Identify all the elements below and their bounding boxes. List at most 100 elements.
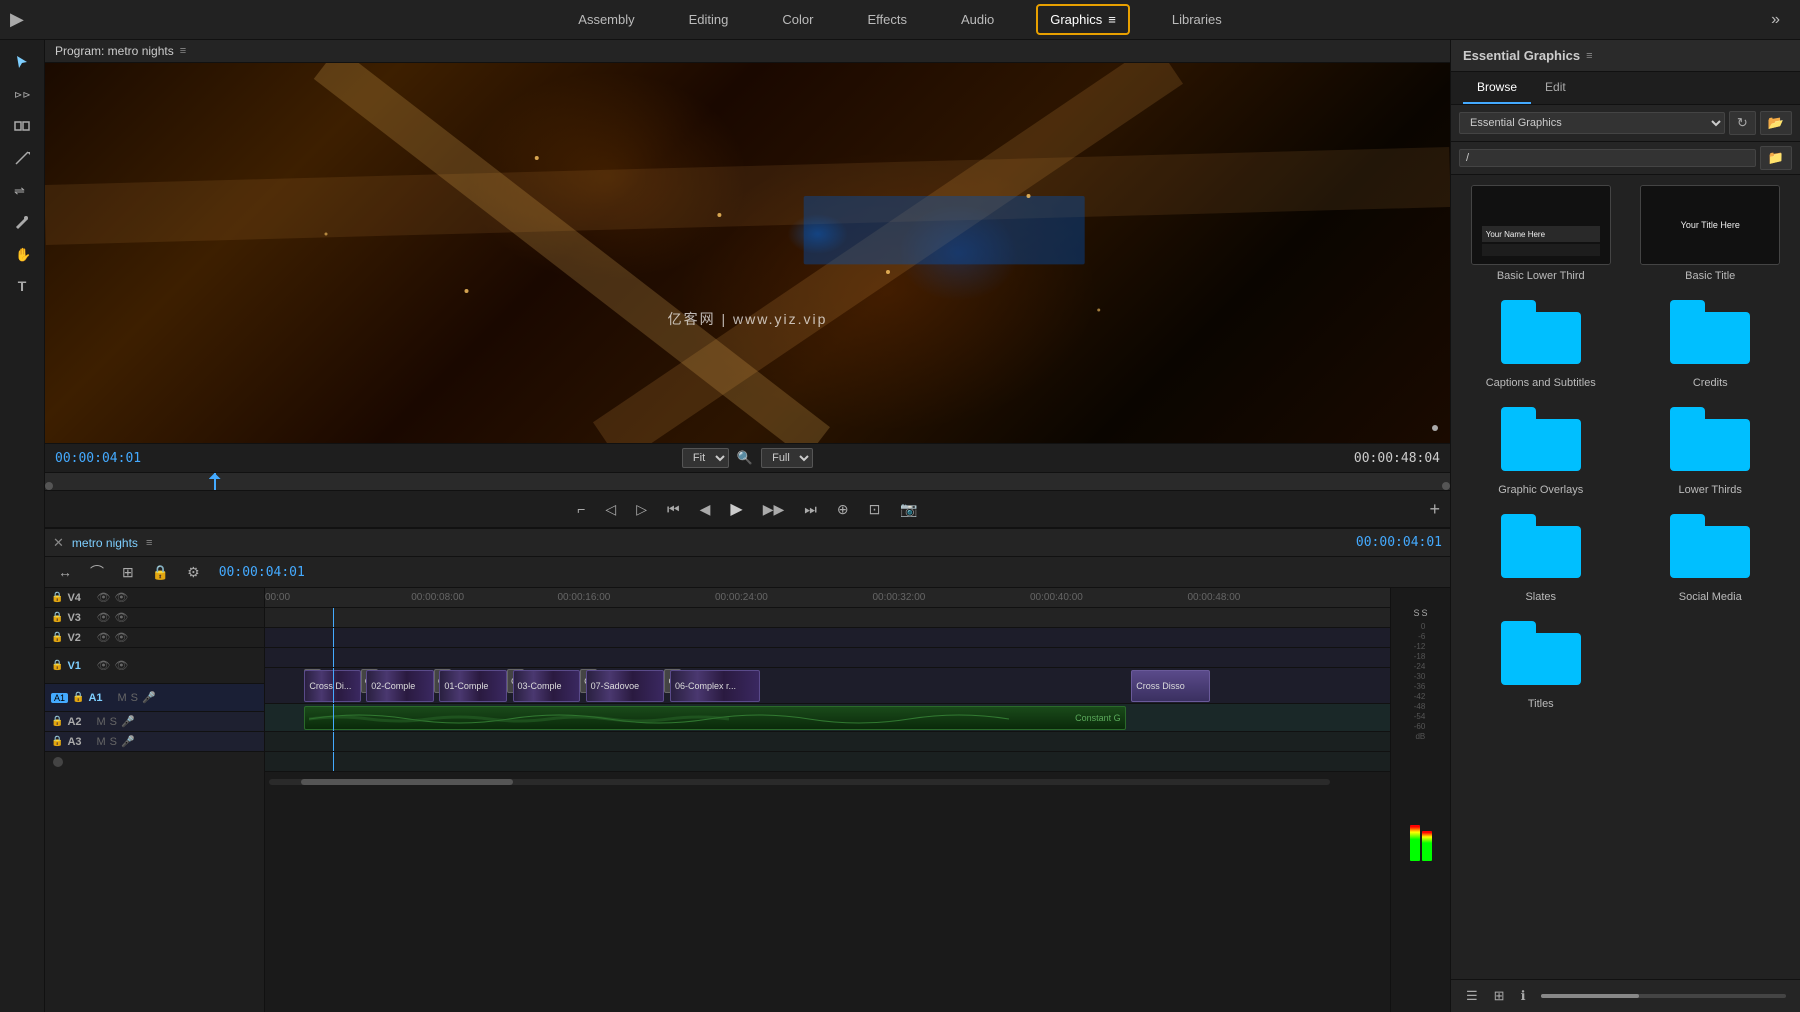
timeline-tool-5[interactable]: ⚙ <box>182 562 205 583</box>
zoom-icon[interactable]: 🔍 <box>737 450 753 466</box>
eg-source-dropdown[interactable]: Essential Graphics <box>1459 112 1725 134</box>
a2-s-icon[interactable]: S <box>110 716 117 728</box>
a1-lock-icon[interactable]: 🔒 <box>72 692 84 703</box>
nav-more-button[interactable]: » <box>1771 11 1780 29</box>
safe-area-dot <box>1432 425 1438 431</box>
eg-item-graphic-overlays[interactable]: Graphic Overlays <box>1461 399 1621 496</box>
v1-lock-icon[interactable]: 🔒 <box>51 660 63 671</box>
eg-item-credits[interactable]: Credits <box>1631 292 1791 389</box>
nav-graphics-menu-icon: ≡ <box>1108 12 1116 27</box>
audio-clip-label: Constant G <box>1075 713 1121 723</box>
timeline-scrollbar[interactable] <box>265 772 1390 792</box>
eg-item-social-media[interactable]: Social Media <box>1631 506 1791 603</box>
nav-color[interactable]: Color <box>770 6 825 33</box>
prev-frame-button[interactable]: ◀ <box>694 497 717 522</box>
v4-eye-icon[interactable]: 👁 <box>96 591 110 604</box>
clip-audio-main[interactable]: Constant G <box>304 706 1125 730</box>
eg-path-input[interactable] <box>1459 149 1756 167</box>
eg-list-view-button[interactable]: ☰ <box>1461 986 1483 1006</box>
slip-tool[interactable]: ⇌ <box>6 176 38 204</box>
eg-thumbnail-basic-lower-third: Your Name Here <box>1471 185 1611 265</box>
timeline-tool-1[interactable]: ↔ <box>53 562 77 582</box>
clip-02comple[interactable]: 02-Comple <box>366 670 434 702</box>
monitor-scrubber[interactable] <box>45 472 1450 490</box>
overwrite-button[interactable]: ⊡ <box>863 497 887 522</box>
clip-04c[interactable]: Cross Di... <box>304 670 360 702</box>
go-to-out-button[interactable]: ⏭ <box>798 497 823 522</box>
v3-eye-icon[interactable]: 👁 <box>96 611 110 624</box>
type-tool[interactable]: T <box>6 272 38 300</box>
select-tool[interactable] <box>6 48 38 76</box>
a2-m-icon[interactable]: M <box>96 716 105 728</box>
export-frame-button[interactable]: 📷 <box>894 497 923 522</box>
track-a2-content <box>265 732 1390 752</box>
v1-sync-icon[interactable]: 👁 <box>114 659 128 672</box>
eg-folder-button[interactable]: 📂 <box>1760 111 1792 135</box>
go-to-in-button[interactable]: ⏮ <box>661 497 686 522</box>
a2-lock-icon[interactable]: 🔒 <box>51 716 63 727</box>
v2-sync-icon[interactable]: 👁 <box>114 631 128 644</box>
ripple-edit-tool[interactable] <box>6 112 38 140</box>
eg-item-lower-thirds[interactable]: Lower Thirds <box>1631 399 1791 496</box>
hand-tool[interactable]: ✋ <box>6 240 38 268</box>
a3-m-icon[interactable]: M <box>96 736 105 748</box>
v1-eye-icon[interactable]: 👁 <box>96 659 110 672</box>
clip-03comple[interactable]: 03-Comple <box>513 670 581 702</box>
a3-lock-icon[interactable]: 🔒 <box>51 736 63 747</box>
clip-01comple[interactable]: 01-Comple <box>439 670 507 702</box>
play-button[interactable]: ▶ <box>724 495 748 523</box>
a3-s-icon[interactable]: S <box>110 736 117 748</box>
mark-in-button[interactable]: ⌐ <box>571 497 591 521</box>
quality-dropdown[interactable]: Full <box>761 448 813 468</box>
eg-refresh-button[interactable]: ↻ <box>1729 111 1756 135</box>
a1-m-icon[interactable]: M <box>117 692 126 704</box>
a1-s-icon[interactable]: S <box>131 692 138 704</box>
next-frame-button[interactable]: ▶▶ <box>757 497 791 522</box>
timeline-tool-3[interactable]: ⊞ <box>117 562 139 583</box>
nav-editing[interactable]: Editing <box>677 6 741 33</box>
eg-info-button[interactable]: ℹ <box>1516 986 1531 1006</box>
v3-lock-icon[interactable]: 🔒 <box>51 612 63 623</box>
scroll-thumb[interactable] <box>301 779 513 785</box>
add-controls-button[interactable]: + <box>1429 499 1440 520</box>
timeline-tool-4[interactable]: 🔒 <box>147 562 174 583</box>
timeline-tool-2[interactable]: ⌒ <box>85 560 109 584</box>
v3-sync-icon[interactable]: 👁 <box>114 611 128 624</box>
eg-folder-credits <box>1640 292 1780 372</box>
nav-assembly[interactable]: Assembly <box>566 6 646 33</box>
eg-item-slates[interactable]: Slates <box>1461 506 1621 603</box>
eg-item-titles[interactable]: Titles <box>1461 613 1621 710</box>
clip-07sadovoe[interactable]: 07-Sadovoe <box>586 670 665 702</box>
track-select-tool[interactable]: ⊳⊳ <box>6 80 38 108</box>
eg-tab-edit[interactable]: Edit <box>1531 72 1580 104</box>
clip-06complex[interactable]: 06-Complex r... <box>670 670 760 702</box>
nav-libraries[interactable]: Libraries <box>1160 6 1234 33</box>
step-forward-frame-button[interactable]: ▷ <box>630 497 653 522</box>
monitor-menu-icon[interactable]: ≡ <box>180 45 186 57</box>
insert-button[interactable]: ⊕ <box>831 497 855 522</box>
monitor-controls-bar: 00:00:04:01 Fit 🔍 Full 00:00:48:04 <box>45 443 1450 472</box>
eg-item-basic-title[interactable]: Your Title Here Basic Title <box>1631 185 1791 282</box>
eg-menu-icon[interactable]: ≡ <box>1586 50 1592 62</box>
v2-eye-icon[interactable]: 👁 <box>96 631 110 644</box>
scroll-indicator[interactable] <box>53 757 63 767</box>
nav-graphics[interactable]: Graphics ≡ <box>1036 4 1130 35</box>
timeline-menu-icon[interactable]: ≡ <box>146 537 152 549</box>
eg-tab-browse[interactable]: Browse <box>1463 72 1531 104</box>
db-label-minus54: -54 <box>1414 712 1426 721</box>
clip-crossdisso[interactable]: Cross Disso <box>1131 670 1210 702</box>
timeline-close-button[interactable]: ✕ <box>53 535 64 551</box>
pen-tool[interactable] <box>6 208 38 236</box>
step-back-frame-button[interactable]: ◁ <box>599 497 622 522</box>
eg-item-captions-subtitles[interactable]: Captions and Subtitles <box>1461 292 1621 389</box>
eg-item-basic-lower-third[interactable]: Your Name Here Basic Lower Third <box>1461 185 1621 282</box>
v4-lock-icon[interactable]: 🔒 <box>51 592 63 603</box>
razor-tool[interactable] <box>6 144 38 172</box>
v4-sync-icon[interactable]: 👁 <box>114 591 128 604</box>
fit-dropdown[interactable]: Fit <box>682 448 729 468</box>
eg-path-folder-button[interactable]: 📁 <box>1760 146 1792 170</box>
eg-grid-view-button[interactable]: ⊞ <box>1489 986 1510 1006</box>
nav-audio[interactable]: Audio <box>949 6 1006 33</box>
nav-effects[interactable]: Effects <box>855 6 919 33</box>
v2-lock-icon[interactable]: 🔒 <box>51 632 63 643</box>
